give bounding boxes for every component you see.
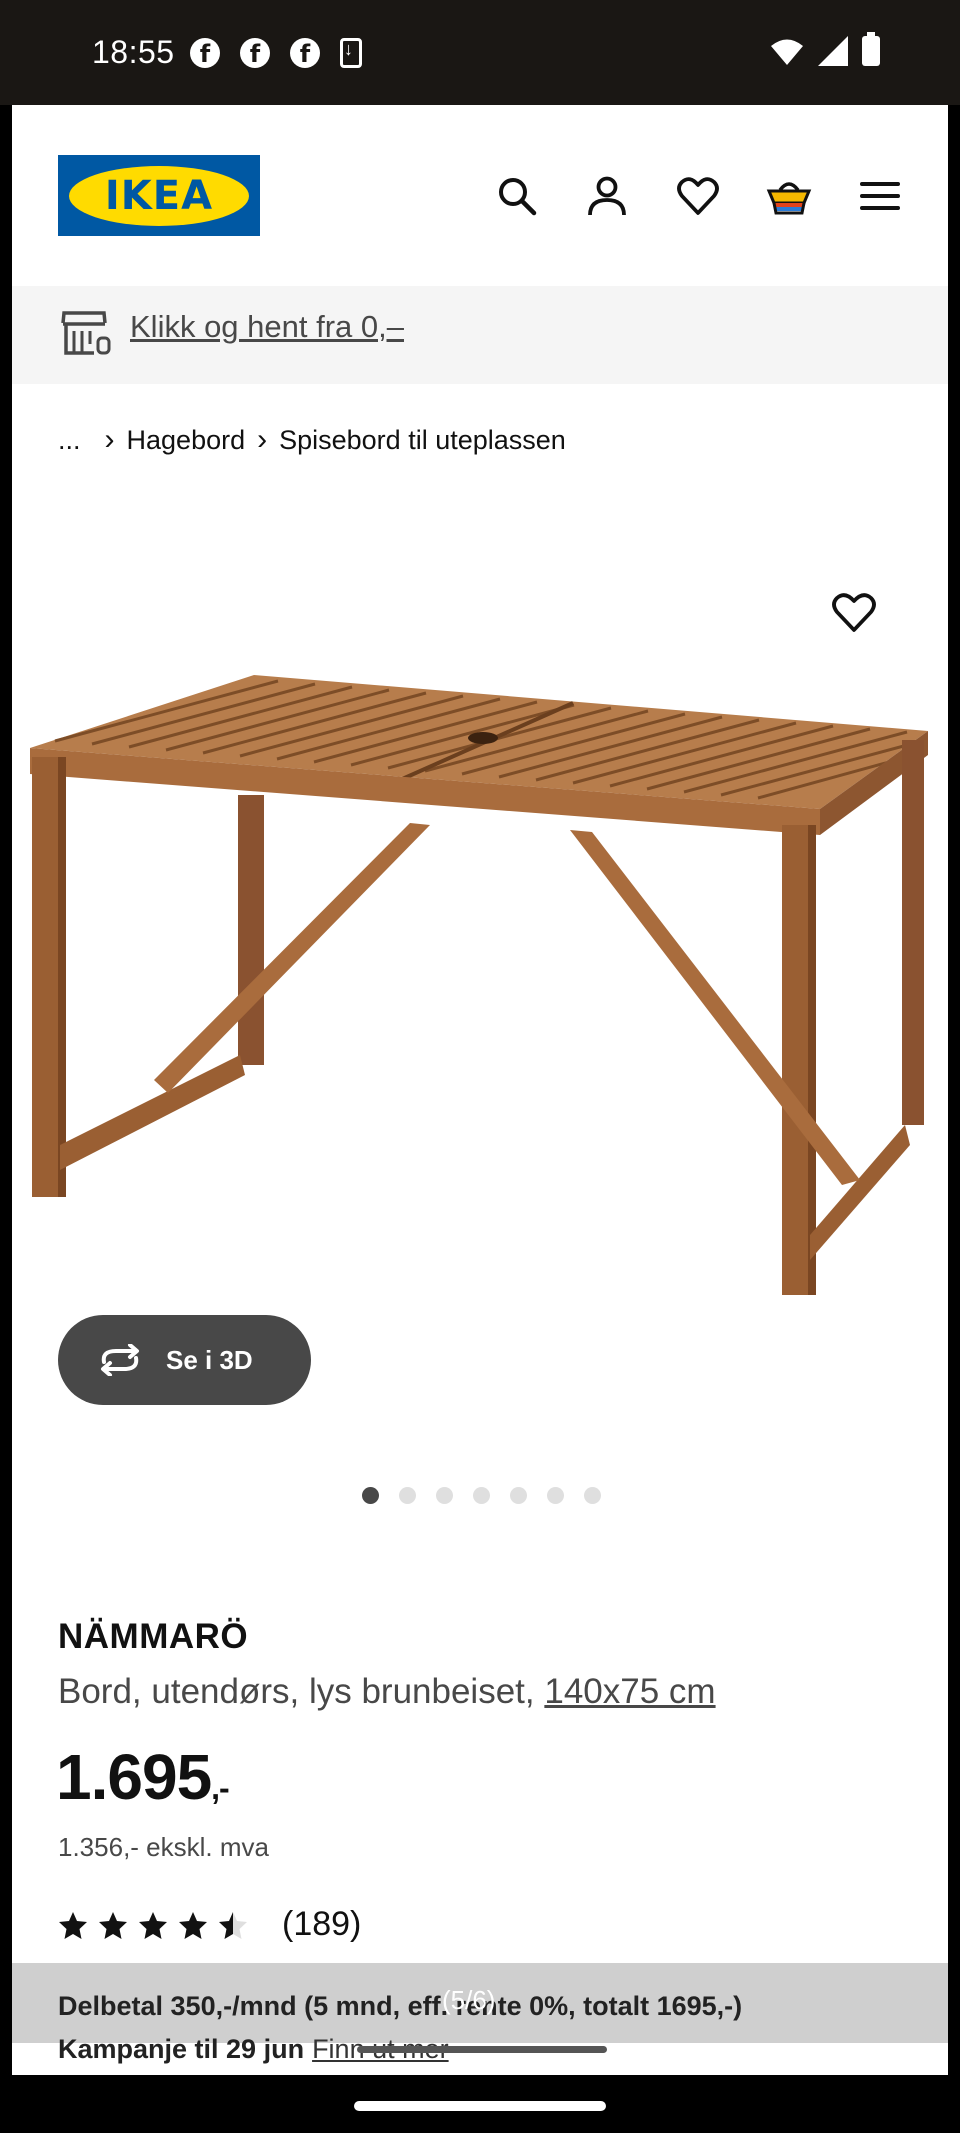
battery-icon	[862, 32, 880, 66]
star-icon	[179, 1911, 207, 1939]
gallery-dot[interactable]	[510, 1487, 527, 1504]
favorite-heart-icon[interactable]	[830, 588, 878, 636]
review-count[interactable]: (189)	[282, 1905, 361, 1944]
notification-icons: f f f	[190, 38, 362, 68]
cart-icon[interactable]	[766, 173, 812, 219]
menu-icon[interactable]	[857, 173, 903, 219]
star-icon	[139, 1911, 167, 1939]
breadcrumb-ellipsis[interactable]: ...	[58, 425, 81, 456]
image-counter: (5/6)	[442, 1985, 496, 2015]
gallery-dot[interactable]	[436, 1487, 453, 1504]
logo-text: IKEA	[104, 172, 214, 219]
product-description: Bord, utendørs, lys brunbeiset, 140x75 c…	[58, 1672, 716, 1712]
gallery-dot[interactable]	[584, 1487, 601, 1504]
breadcrumb-item[interactable]: Spisebord til uteplassen	[279, 425, 566, 456]
price-value: 1.695	[56, 1741, 212, 1813]
product-gallery[interactable]: Se i 3D	[12, 505, 948, 1605]
product-name: NÄMMARÖ	[58, 1617, 249, 1656]
gallery-dot[interactable]	[399, 1487, 416, 1504]
breadcrumb: ... › Hagebord › Spisebord til uteplasse…	[58, 423, 566, 457]
scroll-indicator	[357, 2046, 607, 2053]
download-icon	[340, 38, 362, 68]
gesture-handle[interactable]	[354, 2101, 606, 2111]
browser-page: IKEA Klikk og hent fra 0,– ... › Hagebor…	[12, 105, 948, 2075]
installment-text: Delbetal 350,-/mnd (5 mnd, eff. rente 0%…	[58, 1991, 743, 2021]
facebook-icon: f	[190, 38, 220, 68]
chevron-right-icon: ›	[104, 423, 115, 456]
click-collect-link[interactable]: Klikk og hent fra 0,–	[130, 309, 404, 345]
star-icon	[99, 1911, 127, 1939]
gallery-dots	[362, 1487, 601, 1504]
facebook-icon: f	[240, 38, 270, 68]
facebook-icon: f	[290, 38, 320, 68]
site-header: IKEA	[12, 105, 948, 286]
ikea-logo[interactable]: IKEA	[58, 155, 260, 236]
campaign-label: Kampanje til 29 jun	[58, 2034, 305, 2064]
store-icon	[61, 311, 111, 355]
view-3d-label: Se i 3D	[166, 1344, 253, 1375]
view-3d-button[interactable]: Se i 3D	[58, 1315, 311, 1405]
product-size-link[interactable]: 140x75 cm	[544, 1672, 715, 1711]
status-time: 18:55	[92, 34, 175, 70]
star-icon	[59, 1911, 87, 1939]
product-description-text: Bord, utendørs, lys brunbeiset,	[58, 1672, 535, 1711]
price-ex-vat: 1.356,- ekskl. mva	[58, 1832, 269, 1862]
signal-icon	[818, 36, 848, 66]
gallery-dot-active[interactable]	[362, 1487, 379, 1504]
wifi-icon	[771, 39, 803, 65]
search-icon[interactable]	[494, 173, 540, 219]
rotate-3d-icon	[101, 1344, 139, 1376]
click-collect-banner: Klikk og hent fra 0,–	[12, 286, 948, 384]
star-half-icon	[219, 1911, 247, 1939]
price-suffix: ,-	[211, 1770, 230, 1806]
product-image	[30, 675, 928, 1295]
rating[interactable]: (189)	[58, 1905, 361, 1944]
gallery-dot[interactable]	[473, 1487, 490, 1504]
breadcrumb-item[interactable]: Hagebord	[127, 425, 246, 456]
system-icons	[770, 32, 880, 66]
product-price: 1.695,-	[56, 1740, 230, 1814]
chevron-right-icon: ›	[257, 423, 268, 456]
status-bar: 18:55 f f f	[0, 0, 960, 105]
heart-icon[interactable]	[675, 173, 721, 219]
gallery-dot[interactable]	[547, 1487, 564, 1504]
user-icon[interactable]	[584, 173, 630, 219]
